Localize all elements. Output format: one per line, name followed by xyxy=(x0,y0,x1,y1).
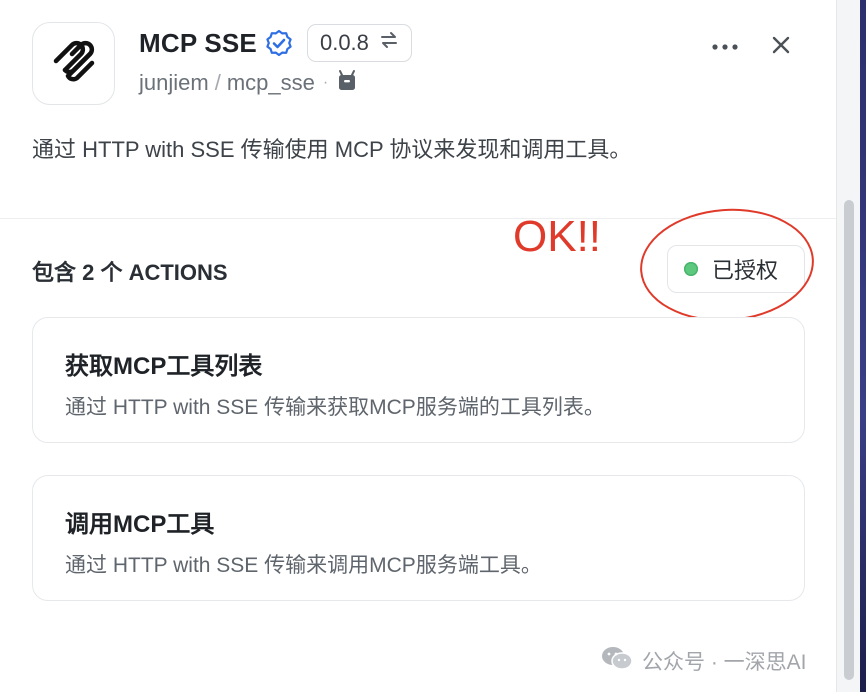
version-selector[interactable]: 0.0.8 xyxy=(306,24,412,62)
verified-check-icon xyxy=(265,29,293,57)
action-card[interactable]: 调用MCP工具 通过 HTTP with SSE 传输来调用MCP服务端工具。 xyxy=(32,475,805,601)
plugin-title-row: MCP SSE 0.0.8 xyxy=(139,24,412,62)
package-icon xyxy=(336,68,358,98)
plugin-name: MCP SSE xyxy=(139,27,257,58)
red-highlight-circle xyxy=(636,203,818,327)
watermark: 公众号 · 一深思AI xyxy=(600,644,807,678)
swap-arrows-icon xyxy=(379,30,399,56)
plugin-logo xyxy=(32,22,115,105)
action-card[interactable]: 获取MCP工具列表 通过 HTTP with SSE 传输来获取MCP服务端的工… xyxy=(32,317,805,443)
more-dots-icon xyxy=(711,38,739,56)
close-button[interactable] xyxy=(764,30,798,64)
action-description: 通过 HTTP with SSE 传输来获取MCP服务端的工具列表。 xyxy=(65,396,605,419)
actions-section-title: 包含 2 个 ACTIONS xyxy=(32,260,228,285)
plugin-source-row: junjiem / mcp_sse · xyxy=(139,68,358,98)
wechat-icon xyxy=(600,644,634,678)
action-description: 通过 HTTP with SSE 传输来调用MCP服务端工具。 xyxy=(65,554,542,577)
action-name: 调用MCP工具 xyxy=(65,511,215,538)
page-scrollbar-area xyxy=(836,0,866,692)
plugin-description: 通过 HTTP with SSE 传输使用 MCP 协议来发现和调用工具。 xyxy=(32,137,632,162)
action-name: 获取MCP工具列表 xyxy=(65,353,263,380)
version-label: 0.0.8 xyxy=(319,30,369,55)
mcp-logo-icon xyxy=(48,35,100,92)
dot-separator: · xyxy=(322,74,329,91)
background-window-edge xyxy=(860,0,866,692)
watermark-text: 公众号 · 一深思AI xyxy=(642,651,807,674)
path-separator: / xyxy=(214,70,221,95)
plugin-detail-panel: MCP SSE 0.0.8 junjiem / mcp_sse · 通过 HTT… xyxy=(0,0,836,692)
ok-annotation: OK!! xyxy=(513,212,602,261)
scrollbar-thumb[interactable] xyxy=(844,200,854,680)
more-options-button[interactable] xyxy=(708,30,742,64)
close-icon xyxy=(771,35,791,60)
plugin-owner[interactable]: junjiem xyxy=(139,70,209,96)
plugin-repo[interactable]: mcp_sse xyxy=(227,70,315,96)
